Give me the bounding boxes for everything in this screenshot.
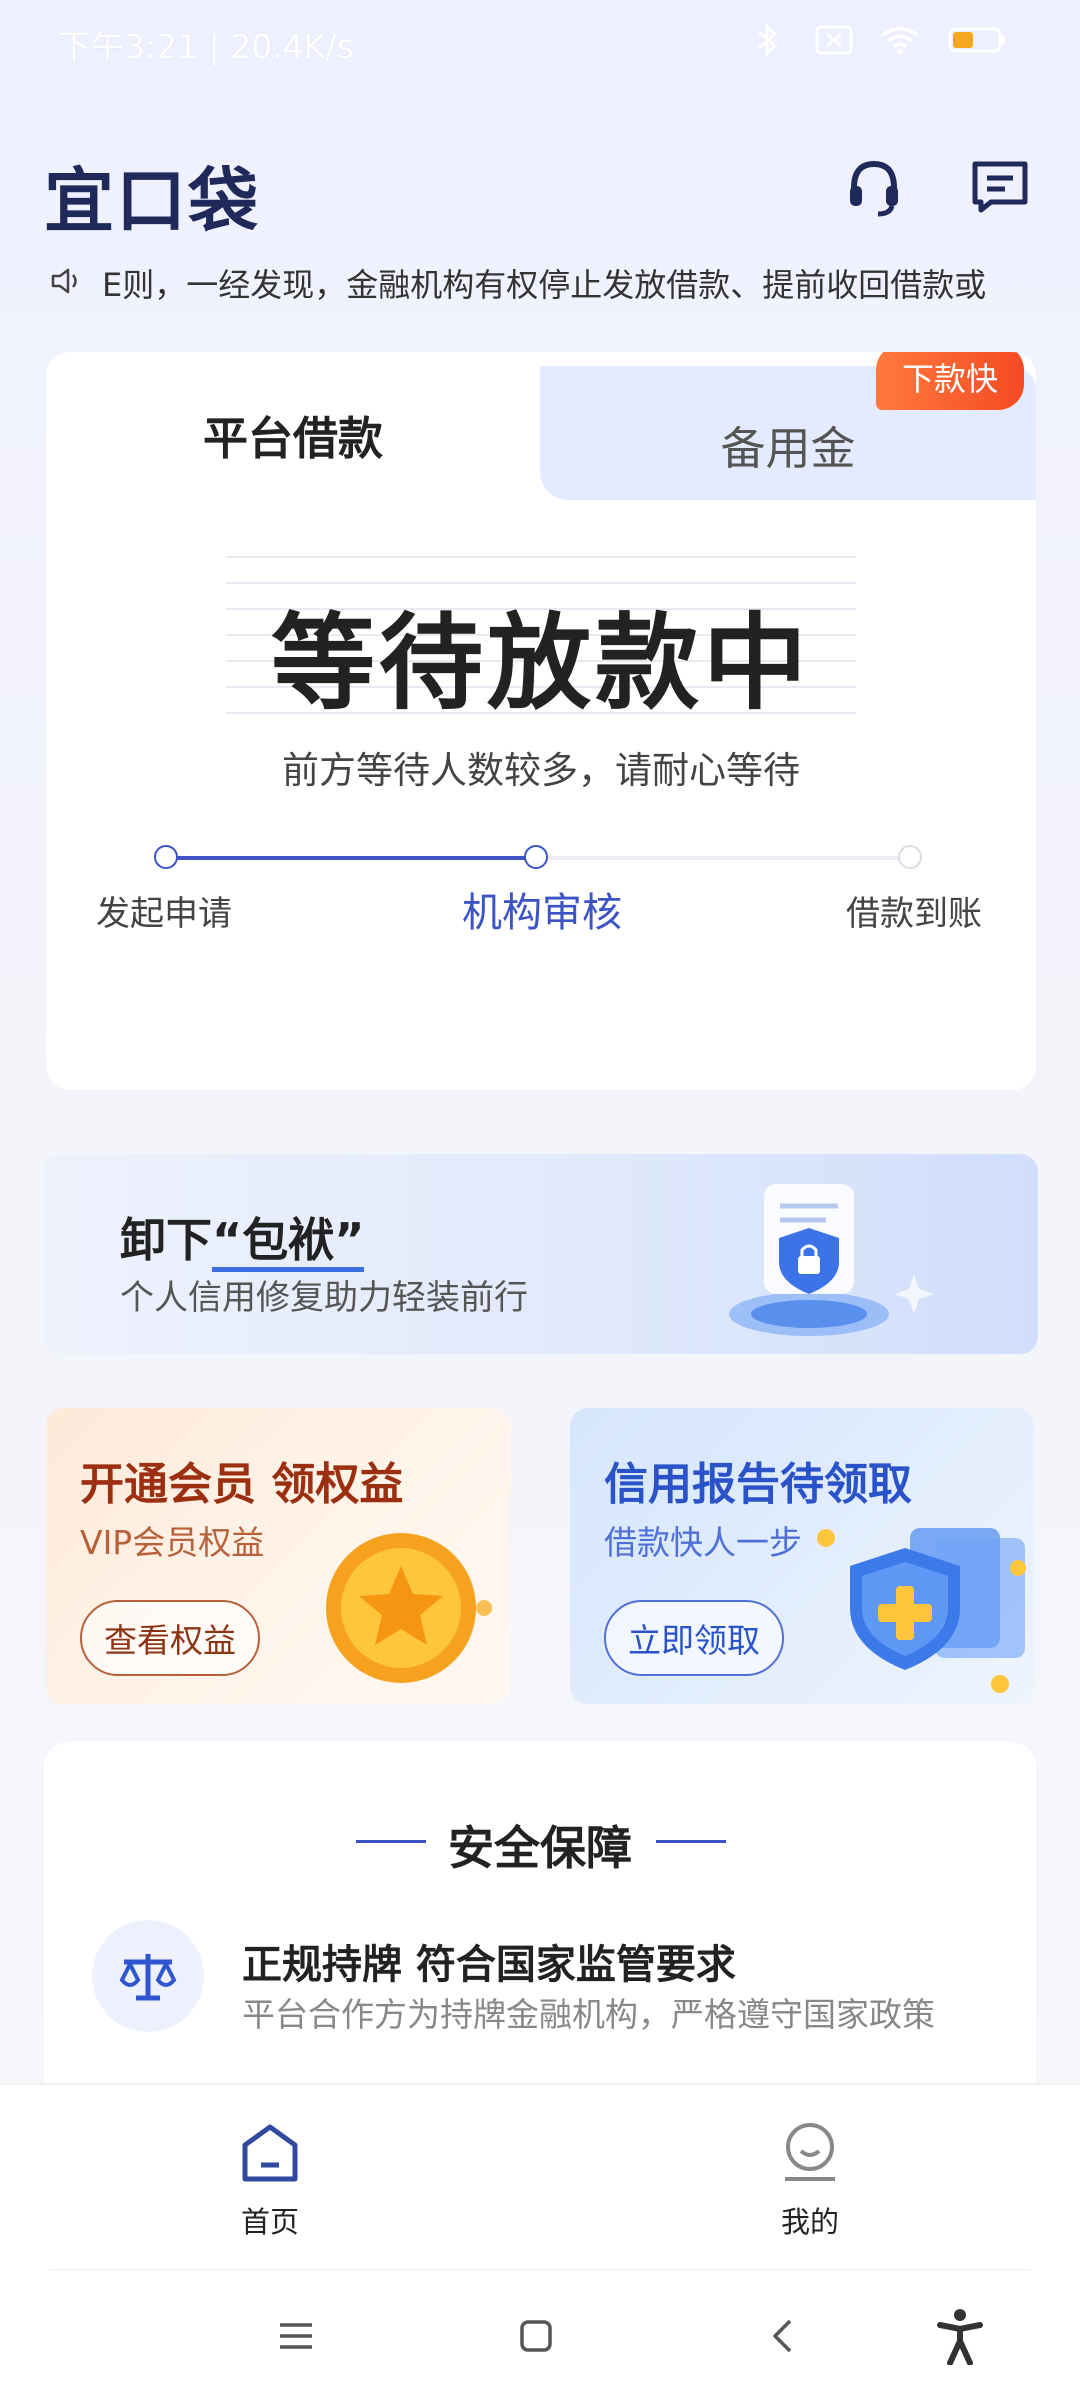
credit-report-promo-card[interactable]: 信用报告待领取 借款快人一步 立即领取: [570, 1408, 1034, 1704]
step-label-review: 机构审核: [462, 890, 622, 936]
credit-repair-banner[interactable]: 卸下“包袱” 个人信用修复助力轻装前行: [44, 1154, 1038, 1354]
loan-status-card: 备用金 平台借款 等待放款中 前方等待人数较多，请耐心等待 发起申请 机构审核 …: [46, 352, 1036, 1090]
safety-heading: 安全保障: [448, 1821, 632, 1875]
chevron-left-icon: [770, 2318, 794, 2358]
notice-text: E则，一经发现，金融机构有权停止发放借款、提前收回借款或: [102, 266, 987, 304]
nav-home-label: 首页: [240, 2205, 299, 2239]
square-icon: [519, 2319, 553, 2357]
shield-document-illustration: [694, 1164, 954, 1354]
nav-mine-label: 我的: [780, 2205, 839, 2239]
step-dot-2: [524, 845, 548, 869]
step-label-apply: 发起申请: [96, 894, 232, 934]
loan-status-subtitle: 前方等待人数较多，请耐心等待: [282, 749, 800, 792]
vip-promo-card[interactable]: 开通会员 领权益 VIP会员权益 查看权益: [46, 1408, 510, 1704]
messages-button[interactable]: [966, 155, 1034, 223]
shield-cross-icon: [810, 1508, 1034, 1704]
heading-line-right: [656, 1840, 726, 1843]
bluetooth-icon: [748, 20, 788, 60]
customer-service-button[interactable]: [840, 155, 908, 223]
home-icon: [239, 2124, 301, 2189]
loan-status-title: 等待放款中: [270, 602, 811, 724]
step-dot-1: [154, 845, 178, 869]
status-bar: 下午3:21 | 20.4K/s: [0, 0, 1080, 84]
home-system-button[interactable]: [506, 2308, 566, 2368]
system-nav-bar: [0, 2270, 1080, 2400]
headset-icon: [844, 156, 904, 222]
nav-item-home[interactable]: 首页: [190, 2121, 350, 2241]
banner-title-prefix: 卸下: [120, 1213, 212, 1267]
progress-fill: [166, 856, 536, 860]
back-button[interactable]: [752, 2308, 812, 2368]
banner-subtitle: 个人信用修复助力轻装前行: [120, 1278, 528, 1318]
bottom-nav: 首页 我的: [0, 2084, 1080, 2271]
scale-icon: [92, 1920, 204, 2032]
vip-promo-subtitle: VIP会员权益: [80, 1523, 265, 1562]
banner-title-quote: “包袱”: [212, 1213, 365, 1272]
speaker-icon: [50, 266, 84, 300]
safety-row-title: 正规持牌 符合国家监管要求: [242, 1942, 736, 1988]
menu-lines-icon: [278, 2321, 314, 2355]
profile-icon: [779, 2123, 841, 2189]
vip-promo-title: 开通会员 领权益: [80, 1459, 404, 1510]
fast-payout-badge: 下款快: [876, 352, 1025, 410]
notice-marquee[interactable]: E则，一经发现，金融机构有权停止发放借款、提前收回借款或: [50, 258, 1040, 308]
accessibility-icon: [937, 2307, 983, 2369]
step-dot-3: [898, 845, 922, 869]
nav-item-mine[interactable]: 我的: [730, 2121, 890, 2241]
banner-title: 卸下“包袱”: [120, 1204, 365, 1272]
step-label-arrival: 借款到账: [846, 894, 982, 934]
credit-report-promo-subtitle: 借款快人一步: [604, 1523, 802, 1562]
recent-apps-button[interactable]: [266, 2308, 326, 2368]
battery-icon: [946, 20, 1010, 60]
safety-section: 安全保障 正规持牌 符合国家监管要求 平台合作方为持牌金融机构，严格遵守国家政策: [44, 1742, 1036, 2082]
tab-platform-loan[interactable]: 平台借款: [46, 352, 540, 512]
loan-status-body: 等待放款中 前方等待人数较多，请耐心等待 发起申请 机构审核 借款到账: [46, 500, 1036, 1090]
tab-platform-loan-label: 平台借款: [202, 412, 383, 465]
safety-row-description: 平台合作方为持牌金融机构，严格遵守国家政策: [242, 1995, 935, 2034]
credit-report-promo-title: 信用报告待领取: [604, 1459, 912, 1510]
accessibility-button[interactable]: [930, 2308, 990, 2368]
claim-now-button[interactable]: 立即领取: [604, 1600, 784, 1676]
status-time: 下午3:21 | 20.4K/s: [58, 27, 354, 66]
app-logo: 宜口袋: [44, 160, 260, 242]
tab-backup-fund-label: 备用金: [720, 422, 856, 475]
message-icon: [969, 158, 1031, 220]
sim-off-icon: [814, 20, 854, 60]
view-benefits-button[interactable]: 查看权益: [80, 1600, 260, 1676]
gold-coin-icon: [306, 1508, 506, 1702]
wifi-icon: [880, 20, 920, 60]
